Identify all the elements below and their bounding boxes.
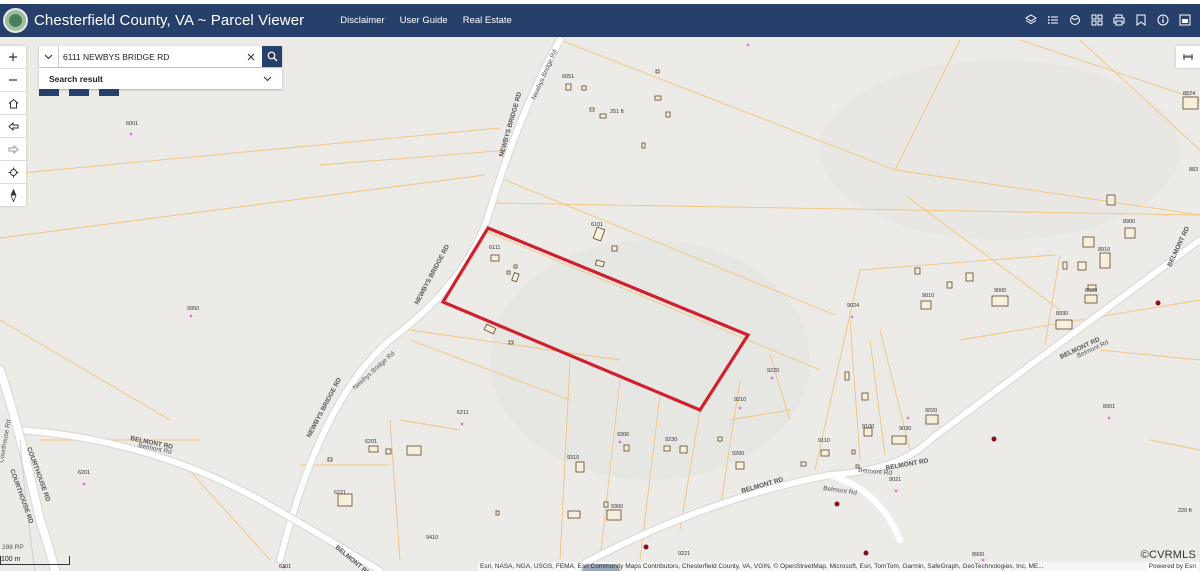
- svg-text:9310: 9310: [567, 455, 579, 461]
- basemap-icon[interactable]: [1066, 11, 1084, 29]
- scale-label: 100 m: [1, 556, 21, 563]
- svg-text:9210: 9210: [734, 397, 746, 403]
- svg-text:9110: 9110: [818, 438, 830, 444]
- cvrmls-watermark: ©CVRMLS: [1140, 549, 1196, 561]
- svg-text:9300: 9300: [611, 504, 623, 510]
- result-action-button[interactable]: [99, 89, 119, 96]
- svg-text:8900: 8900: [1123, 219, 1135, 225]
- search-input[interactable]: [59, 47, 240, 66]
- svg-text:9024: 9024: [847, 303, 859, 309]
- svg-text:6221: 6221: [334, 490, 346, 496]
- svg-text:8900: 8900: [972, 552, 984, 558]
- share-icon[interactable]: [1176, 11, 1194, 29]
- svg-text:9306: 9306: [617, 432, 629, 438]
- search-icon: [267, 51, 277, 62]
- map-view[interactable]: NEWBYS BRIDGE RD Newbys Bridge Rd NEWBYS…: [0, 37, 1200, 571]
- svg-text:8824: 8824: [1183, 91, 1195, 97]
- nav-real-estate[interactable]: Real Estate: [463, 15, 512, 26]
- locate-icon[interactable]: [0, 161, 26, 183]
- previous-extent-icon[interactable]: [0, 115, 26, 137]
- svg-text:6201: 6201: [365, 439, 377, 445]
- print-icon[interactable]: [1110, 11, 1128, 29]
- svg-text:9950: 9950: [187, 306, 199, 312]
- svg-text:883: 883: [1189, 167, 1198, 173]
- result-action-button[interactable]: [69, 89, 89, 96]
- svg-text:8930: 8930: [1056, 311, 1068, 317]
- search-result-label: Search result: [49, 73, 103, 84]
- result-actions: [39, 89, 119, 96]
- map-attribution: Esri, NASA, NGA, USGS, FEMA, Esri Commun…: [478, 562, 1200, 571]
- svg-text:6001: 6001: [126, 121, 138, 127]
- svg-text:9221: 9221: [678, 551, 690, 557]
- svg-text:8901: 8901: [1103, 404, 1115, 410]
- layers-icon[interactable]: [1022, 11, 1040, 29]
- nav-disclaimer[interactable]: Disclaimer: [340, 15, 384, 26]
- search-source-dropdown[interactable]: [39, 46, 59, 67]
- compass-icon[interactable]: [0, 184, 26, 206]
- chevron-down-icon: [263, 76, 272, 81]
- map-controls: [0, 46, 26, 206]
- search-button[interactable]: [262, 46, 282, 67]
- nav-user-guide[interactable]: User Guide: [400, 15, 448, 26]
- powered-by-esri[interactable]: Powered by Esri: [1146, 562, 1198, 571]
- zoom-in-button[interactable]: [0, 46, 26, 68]
- svg-text:9200: 9200: [732, 451, 744, 457]
- svg-text:6211: 6211: [457, 410, 469, 416]
- header-toolbar: [1022, 11, 1194, 29]
- next-extent-icon[interactable]: [0, 138, 26, 160]
- svg-text:6201: 6201: [78, 470, 90, 476]
- app-title: Chesterfield County, VA ~ Parcel Viewer: [34, 12, 305, 29]
- svg-text:9410: 9410: [426, 535, 438, 541]
- svg-text:9220: 9220: [767, 368, 779, 374]
- home-icon[interactable]: [0, 92, 26, 114]
- legend-toggle-button[interactable]: [1176, 46, 1200, 68]
- svg-text:9030: 9030: [899, 426, 911, 432]
- county-seal-logo: [3, 8, 28, 33]
- bookmark-icon[interactable]: [1132, 11, 1150, 29]
- svg-text:251 ft: 251 ft: [610, 109, 624, 115]
- svg-text:6101: 6101: [591, 222, 603, 228]
- svg-text:9021: 9021: [889, 477, 901, 483]
- result-action-button[interactable]: [39, 89, 59, 96]
- search-result-panel[interactable]: Search result: [39, 68, 282, 89]
- svg-text:9230: 9230: [665, 437, 677, 443]
- svg-text:6051: 6051: [562, 74, 574, 80]
- svg-text:9100: 9100: [862, 424, 874, 430]
- svg-text:220 ft: 220 ft: [1178, 508, 1192, 514]
- svg-text:9000: 9000: [994, 288, 1006, 294]
- svg-text:9010: 9010: [922, 293, 934, 299]
- svg-text:8920: 8920: [1085, 288, 1097, 294]
- list-icon[interactable]: [1044, 11, 1062, 29]
- clear-search-button[interactable]: [240, 46, 262, 67]
- app-header: Chesterfield County, VA ~ Parcel Viewer …: [0, 4, 1200, 37]
- measure-icon: [1183, 54, 1193, 60]
- info-icon[interactable]: [1154, 11, 1172, 29]
- zoom-out-button[interactable]: [0, 69, 26, 91]
- svg-text:9020: 9020: [925, 408, 937, 414]
- svg-text:8910: 8910: [1098, 247, 1110, 253]
- grid-icon[interactable]: [1088, 11, 1106, 29]
- search-bar: [39, 46, 282, 67]
- map-canvas: NEWBYS BRIDGE RD Newbys Bridge Rd NEWBYS…: [0, 37, 1200, 571]
- close-icon: [247, 53, 255, 60]
- road-label: 288 RP: [2, 544, 24, 551]
- svg-text:6301: 6301: [279, 564, 291, 570]
- svg-text:6111: 6111: [489, 245, 500, 251]
- chevron-down-icon: [44, 54, 53, 59]
